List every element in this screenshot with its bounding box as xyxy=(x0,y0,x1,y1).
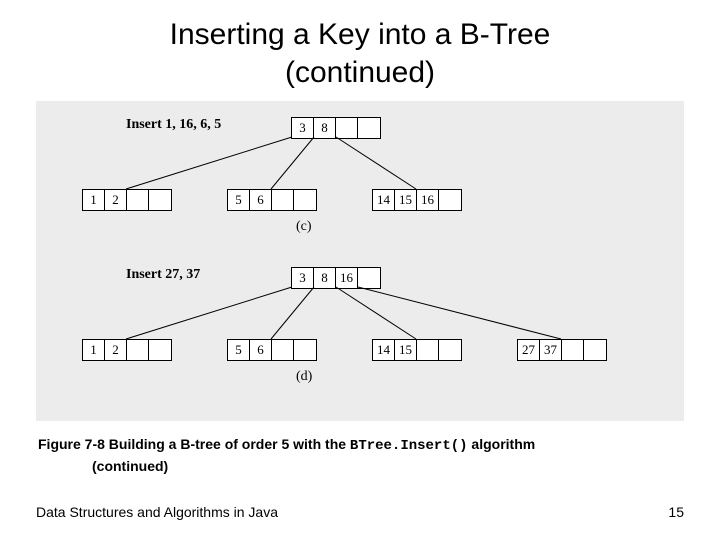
node-cell xyxy=(336,118,358,138)
node-cell: 15 xyxy=(395,340,417,360)
node-cell xyxy=(358,268,380,288)
node-cell: 8 xyxy=(314,118,336,138)
node-cell xyxy=(439,340,461,360)
node-cell: 14 xyxy=(373,340,395,360)
slide-title: Inserting a Key into a B-Tree (continued… xyxy=(36,16,684,91)
node-cell: 16 xyxy=(336,268,358,288)
node-cell xyxy=(272,190,294,210)
node-cell xyxy=(149,340,171,360)
title-line-2: (continued) xyxy=(285,56,435,89)
node-cell: 8 xyxy=(314,268,336,288)
caption-code: BTree.Insert() xyxy=(350,438,468,454)
insert-label-c: Insert 1, 16, 6, 5 xyxy=(126,117,221,133)
node-cell xyxy=(584,340,606,360)
btree-child-d-0: 1 2 xyxy=(82,339,172,361)
node-cell: 37 xyxy=(540,340,562,360)
node-cell xyxy=(127,340,149,360)
node-cell: 5 xyxy=(228,190,250,210)
figure-caption: Figure 7-8 Building a B-tree of order 5 … xyxy=(36,435,684,476)
node-cell xyxy=(127,190,149,210)
node-cell: 1 xyxy=(83,340,105,360)
node-cell: 2 xyxy=(105,340,127,360)
node-cell: 2 xyxy=(105,190,127,210)
node-cell xyxy=(149,190,171,210)
caption-continued: (continued) xyxy=(38,457,684,477)
caption-suffix: algorithm xyxy=(468,436,536,452)
node-cell: 15 xyxy=(395,190,417,210)
btree-child-d-1: 5 6 xyxy=(227,339,317,361)
node-cell: 14 xyxy=(373,190,395,210)
slide: Inserting a Key into a B-Tree (continued… xyxy=(0,0,720,540)
btree-root-d: 3 8 16 xyxy=(291,267,381,289)
node-cell: 16 xyxy=(417,190,439,210)
node-cell: 1 xyxy=(83,190,105,210)
diagram-panel: Insert 1, 16, 6, 5 3 8 1 2 5 6 14 15 16 … xyxy=(36,101,684,421)
node-cell: 6 xyxy=(250,190,272,210)
btree-child-d-3: 27 37 xyxy=(517,339,607,361)
node-cell xyxy=(294,340,316,360)
subfig-label-d: (d) xyxy=(296,369,312,385)
node-cell xyxy=(417,340,439,360)
page-number: 15 xyxy=(668,504,684,520)
node-cell xyxy=(562,340,584,360)
insert-label-d: Insert 27, 37 xyxy=(126,267,200,283)
btree-edges xyxy=(36,101,684,421)
caption-prefix: Figure 7-8 Building a B-tree of order 5 … xyxy=(38,436,350,452)
node-cell: 5 xyxy=(228,340,250,360)
btree-child-d-2: 14 15 xyxy=(372,339,462,361)
node-cell xyxy=(294,190,316,210)
node-cell xyxy=(439,190,461,210)
node-cell: 3 xyxy=(292,268,314,288)
btree-child-c-1: 5 6 xyxy=(227,189,317,211)
btree-child-c-2: 14 15 16 xyxy=(372,189,462,211)
footer-source: Data Structures and Algorithms in Java xyxy=(36,504,278,520)
btree-child-c-0: 1 2 xyxy=(82,189,172,211)
subfig-label-c: (c) xyxy=(296,219,312,235)
title-line-1: Inserting a Key into a B-Tree xyxy=(170,18,551,51)
node-cell: 6 xyxy=(250,340,272,360)
btree-root-c: 3 8 xyxy=(291,117,381,139)
node-cell: 3 xyxy=(292,118,314,138)
node-cell xyxy=(272,340,294,360)
node-cell xyxy=(358,118,380,138)
node-cell: 27 xyxy=(518,340,540,360)
